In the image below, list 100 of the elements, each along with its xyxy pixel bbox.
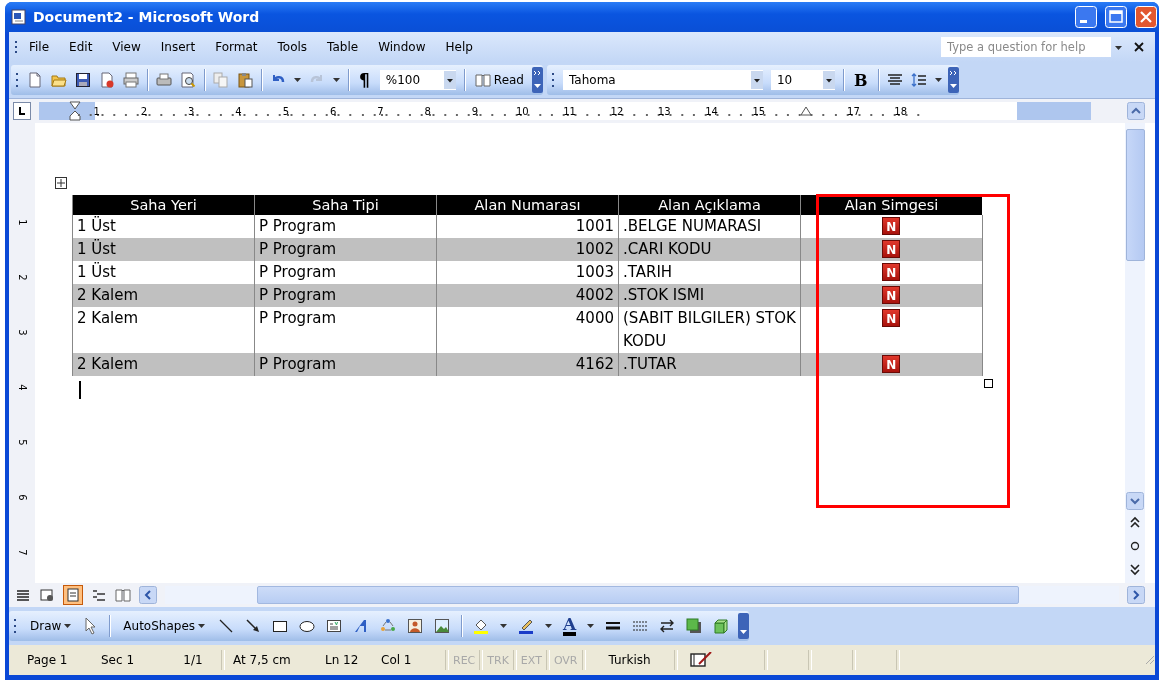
print-preview-icon[interactable]	[180, 72, 196, 88]
web-layout-icon[interactable]	[39, 587, 55, 603]
scroll-left-icon[interactable]	[139, 586, 157, 604]
caret-icon[interactable]	[333, 78, 340, 82]
font-color-button[interactable]: A	[563, 616, 577, 636]
rectangle-icon[interactable]	[272, 618, 289, 634]
vertical-scrollbar[interactable]	[1125, 123, 1145, 583]
app-icon	[11, 9, 27, 25]
zoom-combo[interactable]: %100	[379, 70, 456, 90]
reading-layout-icon[interactable]	[115, 587, 131, 603]
bold-button[interactable]: B	[852, 70, 870, 90]
print-layout-icon[interactable]	[63, 585, 83, 605]
oval-icon[interactable]	[299, 618, 316, 634]
caret-icon[interactable]	[545, 624, 553, 628]
caret-icon[interactable]	[934, 78, 942, 82]
grip-icon	[15, 40, 18, 54]
menu-item[interactable]: Format	[206, 38, 267, 56]
table-cell: P Program	[254, 353, 437, 376]
line-icon[interactable]	[218, 618, 235, 634]
toolbar-options-icon[interactable]	[738, 613, 750, 639]
table-cell: P Program	[254, 238, 437, 261]
arrow-icon[interactable]	[245, 618, 262, 634]
mode-indicator: TRK	[486, 653, 510, 667]
table-cell: 4002	[436, 284, 619, 307]
menu-item[interactable]: Table	[318, 38, 368, 56]
ruler-number: 7	[16, 549, 28, 556]
close-icon[interactable]	[1133, 41, 1145, 53]
toolbar-options-icon[interactable]	[532, 67, 543, 93]
dropdown-icon[interactable]	[823, 71, 835, 89]
pilcrow-button[interactable]: ¶	[357, 70, 372, 90]
scroll-thumb[interactable]	[1125, 129, 1145, 261]
horizontal-scrollbar[interactable]	[165, 586, 1119, 604]
caret-icon[interactable]	[294, 78, 301, 82]
scroll-down-icon[interactable]	[1126, 492, 1144, 510]
diagram-icon[interactable]	[380, 618, 397, 634]
dropdown-icon[interactable]	[443, 71, 456, 89]
printer-icon[interactable]	[123, 72, 139, 88]
dropdown-icon[interactable]	[751, 71, 763, 89]
font-combo[interactable]: Tahoma	[563, 70, 763, 90]
help-search-field[interactable]: Type a question for help	[941, 37, 1111, 57]
fill-color-icon[interactable]	[473, 618, 490, 634]
table-resize-handle-icon[interactable]	[983, 379, 993, 388]
cube-icon[interactable]	[713, 618, 730, 634]
scroll-right-icon[interactable]	[1127, 586, 1145, 604]
menu-item[interactable]: View	[103, 38, 150, 56]
ruler-number: 17	[846, 105, 861, 117]
ruler-number: 7	[376, 105, 385, 117]
ruler-number: 9	[470, 105, 480, 117]
menu-item[interactable]: File	[20, 38, 59, 56]
picture-icon[interactable]	[434, 618, 451, 634]
table-cell: .TUTAR	[618, 353, 801, 376]
mode-indicator: REC	[452, 653, 477, 667]
menu-item[interactable]: Window	[369, 38, 435, 56]
column-header: Alan Numarası	[436, 195, 619, 215]
language-indicator: Turkish	[607, 653, 652, 667]
maximize-icon[interactable]	[1105, 6, 1127, 28]
shadow-icon[interactable]	[686, 618, 703, 634]
font-size-combo[interactable]: 10	[771, 70, 835, 90]
caret-icon[interactable]	[587, 624, 595, 628]
autoshapes-menu-button[interactable]: AutoShapes	[121, 619, 208, 633]
ruler-number: 2	[139, 105, 149, 117]
align-center-icon[interactable]	[886, 72, 903, 88]
indent-marker-icon[interactable]	[800, 106, 813, 116]
outline-view-icon[interactable]	[91, 587, 107, 603]
normal-view-icon[interactable]	[15, 587, 31, 603]
indent-marker-icon[interactable]	[69, 101, 81, 121]
arrow-style-icon[interactable]	[659, 618, 676, 634]
caret-icon[interactable]	[500, 624, 508, 628]
column-header: Alan Açıklama	[618, 195, 801, 215]
document-icon[interactable]	[99, 72, 115, 88]
toolbar-options-icon[interactable]	[947, 67, 959, 93]
table-cell: 1 Üst	[72, 238, 255, 261]
dash-style-icon[interactable]	[632, 618, 649, 634]
tab-stop-icon[interactable]	[13, 102, 31, 120]
ruler-number: 8	[423, 105, 432, 117]
scroll-thumb[interactable]	[257, 586, 1019, 604]
scroll-up-icon[interactable]	[1127, 102, 1145, 120]
draw-menu-button[interactable]: Draw	[28, 619, 74, 633]
menu-item[interactable]: Insert	[151, 38, 205, 56]
column-indicator: Col 1	[380, 653, 413, 667]
horizontal-ruler[interactable]: 1 2 3 4 5 6 7 8 9 10 11 12 13 14 15 17 18	[39, 102, 1091, 120]
folder-icon[interactable]	[51, 72, 67, 88]
field-symbol: N	[882, 240, 901, 258]
table-move-handle-icon[interactable]	[55, 177, 67, 189]
clipboard-icon[interactable]	[237, 72, 253, 88]
clip-art-icon[interactable]	[407, 618, 424, 634]
menu-item[interactable]: Tools	[268, 38, 317, 56]
printer-icon[interactable]	[156, 72, 172, 88]
document-icon[interactable]	[27, 72, 43, 88]
line-color-icon[interactable]	[518, 618, 535, 634]
ruler-number: 1	[16, 219, 28, 226]
menu-item[interactable]: Help	[436, 38, 482, 56]
line-spacing-icon[interactable]	[910, 72, 927, 88]
menu-item[interactable]: Edit	[60, 38, 102, 56]
text-box-icon[interactable]	[326, 618, 343, 634]
minimize-icon[interactable]	[1075, 6, 1097, 28]
table-cell: 1002	[436, 238, 619, 261]
table-cell: P Program	[254, 284, 437, 307]
table-cell: 2 Kalem	[72, 284, 255, 307]
read-button[interactable]: Read	[472, 72, 526, 88]
